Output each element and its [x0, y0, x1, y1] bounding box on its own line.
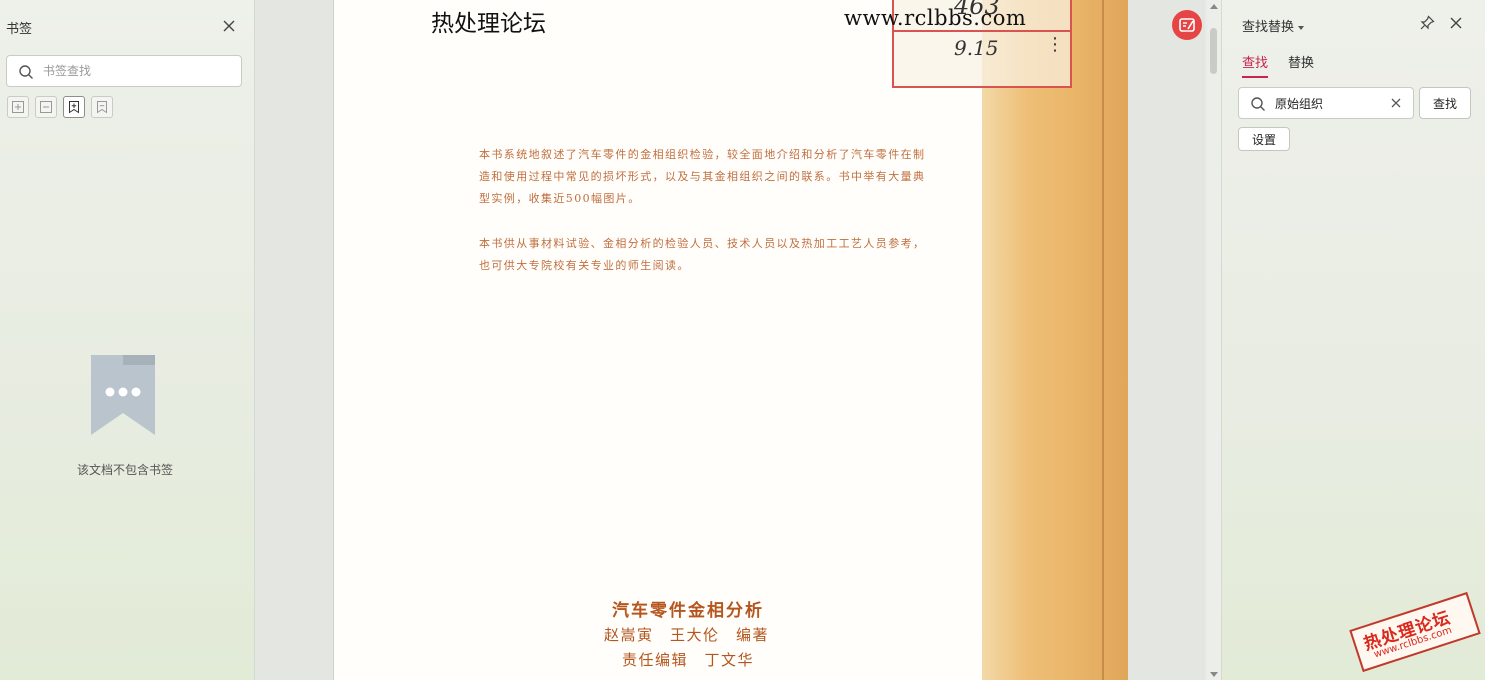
expand-all-icon[interactable]: [7, 96, 29, 118]
close-icon[interactable]: [1448, 15, 1464, 31]
chevron-down-icon: [1298, 25, 1305, 30]
description-paragraph-2: 本书供从事材料试验、金相分析的检验人员、技术人员以及热加工工艺人员参考，也可供大…: [479, 237, 926, 272]
close-icon[interactable]: [221, 18, 237, 34]
find-search-input[interactable]: [1275, 94, 1385, 112]
find-replace-tabs: 查找 替换: [1242, 52, 1314, 78]
search-icon: [18, 64, 34, 80]
page-header-title: 热处理论坛: [431, 11, 546, 37]
clear-icon[interactable]: [1389, 96, 1403, 110]
find-search-box[interactable]: [1238, 87, 1414, 119]
collapse-all-icon[interactable]: [35, 96, 57, 118]
stamp-line-2: 9.15: [954, 36, 999, 60]
tab-find[interactable]: 查找: [1242, 52, 1269, 78]
bookmark-panel-title: 书签: [6, 22, 33, 37]
empty-bookmark-icon: [89, 355, 159, 437]
find-replace-title-text: 查找替换: [1242, 20, 1295, 35]
description-paragraph-1: 本书系统地叙述了汽车零件的金相组织检验，较全面地介绍和分析了汽车零件在制造和使用…: [479, 148, 926, 205]
bookmark-toolbar: [7, 96, 113, 118]
find-button[interactable]: 查找: [1419, 87, 1471, 119]
book-spine-image: [982, 0, 1128, 680]
read-mode-button[interactable]: [1172, 10, 1202, 40]
search-icon: [1250, 96, 1266, 112]
bookmark-search-box[interactable]: [6, 55, 242, 87]
settings-button[interactable]: 设置: [1238, 127, 1290, 151]
book-authors: 赵嵩寅 王大伦 编著: [604, 626, 770, 644]
delete-bookmark-icon[interactable]: [91, 96, 113, 118]
scroll-thumb[interactable]: [1210, 28, 1217, 74]
scroll-down-icon[interactable]: [1210, 672, 1218, 677]
pin-icon[interactable]: [1419, 15, 1435, 31]
find-replace-title[interactable]: 查找替换: [1242, 16, 1305, 35]
vertical-scrollbar[interactable]: [1207, 0, 1221, 680]
document-viewer[interactable]: 热处理论坛 463 9.15 ⋮ www.rclbbs.com 本书系统地叙述了…: [255, 0, 1221, 680]
book-editor: 责任编辑 丁文华: [622, 651, 755, 669]
stamp-mark: ⋮: [1046, 34, 1064, 55]
bookmark-panel: 书签 该文档不包含书签: [0, 0, 255, 680]
book-title: 汽车零件金相分析: [612, 601, 764, 621]
empty-bookmark-text: 该文档不包含书签: [76, 463, 173, 477]
tab-replace[interactable]: 替换: [1288, 52, 1314, 78]
find-replace-panel: 查找替换 查找 替换 查找 设置: [1221, 0, 1485, 680]
add-bookmark-icon[interactable]: [63, 96, 85, 118]
scroll-up-icon[interactable]: [1210, 4, 1218, 9]
document-page: 热处理论坛 463 9.15 ⋮ www.rclbbs.com 本书系统地叙述了…: [333, 0, 1128, 680]
bookmark-search-input[interactable]: [43, 62, 233, 80]
page-header-url: www.rclbbs.com: [844, 6, 1027, 30]
